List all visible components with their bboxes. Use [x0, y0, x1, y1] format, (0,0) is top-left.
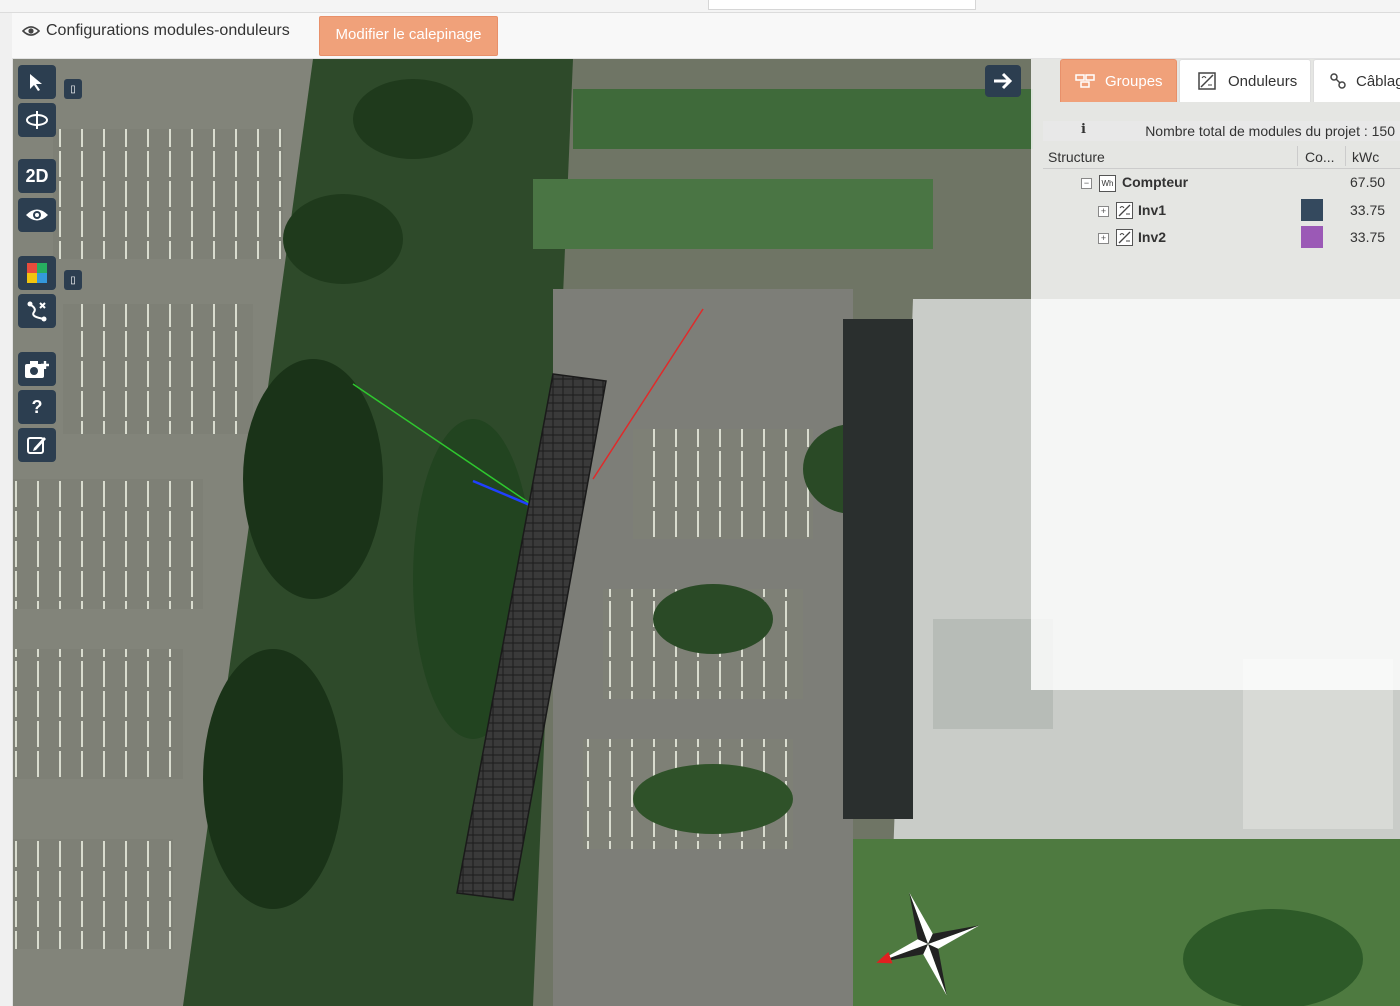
row-kwc: 67.50: [1350, 174, 1386, 190]
select-arrow-icon[interactable]: [18, 65, 56, 99]
page-title: Configurations modules-onduleurs: [46, 22, 290, 39]
tab-label: Onduleurs: [1228, 72, 1298, 90]
inverter-icon: [1116, 202, 1133, 219]
tree-row-inv1[interactable]: + Inv1 33.75: [1043, 199, 1400, 223]
lock-toggle-icon[interactable]: ▯: [64, 79, 82, 99]
edit-layout-button[interactable]: Modifier le calepinage: [319, 16, 498, 56]
arrow-right-icon: [994, 72, 1013, 90]
tab-label: Groupes: [1105, 72, 1163, 90]
help-icon[interactable]: ?: [18, 390, 56, 424]
tree-header: Structure Co... kWc: [1043, 144, 1400, 169]
top-input-fragment[interactable]: [708, 0, 976, 10]
tree-row-compteur[interactable]: − Wh Compteur 67.50: [1043, 171, 1400, 195]
tab-groupes[interactable]: Groupes: [1060, 59, 1177, 102]
tab-onduleurs[interactable]: Onduleurs: [1179, 59, 1311, 102]
tab-cablage[interactable]: Câblag: [1313, 59, 1400, 102]
row-kwc: 33.75: [1350, 229, 1386, 245]
collapse-icon[interactable]: −: [1081, 178, 1092, 189]
expand-icon[interactable]: +: [1098, 233, 1109, 244]
view-2d-button[interactable]: 2D: [18, 159, 56, 193]
meter-icon: Wh: [1099, 175, 1116, 192]
row-kwc: 33.75: [1350, 202, 1386, 218]
groups-icon: [1075, 74, 1095, 88]
cable-icon: [1330, 73, 1346, 89]
collapse-panel-button[interactable]: [985, 65, 1021, 97]
inverter-icon: [1116, 229, 1133, 246]
panel-tabs: Groupes Onduleurs Câblag: [1031, 59, 1400, 103]
orbit-icon[interactable]: [18, 103, 56, 137]
color-swatch[interactable]: [1301, 226, 1323, 248]
module-count-info: i Nombre total de modules du projet : 15…: [1043, 121, 1400, 141]
left-gutter: [0, 13, 13, 1006]
row-label: Compteur: [1122, 174, 1189, 190]
row-label: Inv2: [1138, 229, 1167, 245]
row-label: Inv1: [1138, 202, 1167, 218]
tab-label: Câblag: [1356, 72, 1400, 90]
page-header: Configurations modules-onduleurs Modifie…: [12, 13, 1400, 59]
column-structure[interactable]: Structure: [1048, 149, 1105, 165]
column-kwc[interactable]: kWc: [1352, 149, 1379, 165]
edit-note-icon[interactable]: [18, 428, 56, 462]
info-icon: i: [1081, 122, 1086, 137]
inverter-icon: [1198, 72, 1216, 90]
color-palette-icon[interactable]: [18, 256, 56, 290]
camera-add-icon[interactable]: [18, 352, 56, 386]
config-panel: Groupes Onduleurs Câblag i Nombre total …: [1031, 59, 1400, 690]
column-color[interactable]: Co...: [1305, 149, 1335, 165]
top-strip: [0, 0, 1400, 13]
lock-toggle-icon[interactable]: ▯: [64, 270, 82, 290]
color-swatch[interactable]: [1301, 199, 1323, 221]
expand-icon[interactable]: +: [1098, 206, 1109, 217]
eye-icon[interactable]: [22, 25, 40, 37]
module-count-text: Nombre total de modules du projet : 150: [1145, 123, 1395, 139]
eye-icon[interactable]: [18, 198, 56, 232]
wiring-icon[interactable]: [18, 294, 56, 328]
tree-row-inv2[interactable]: + Inv2 33.75: [1043, 226, 1400, 250]
